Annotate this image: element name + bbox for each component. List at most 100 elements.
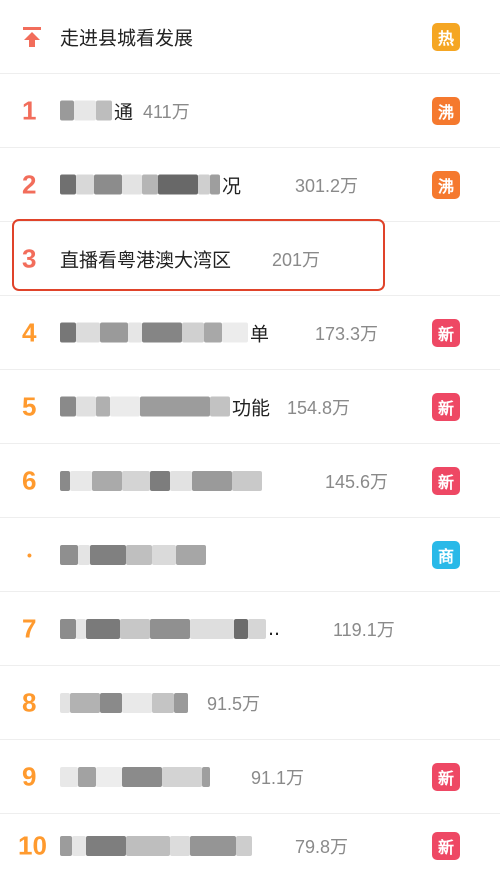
list-item[interactable]: 4 单 173.3万 新 bbox=[0, 296, 500, 370]
heat-count: 91.5万 bbox=[207, 693, 261, 714]
item-title-blurred bbox=[60, 766, 210, 787]
list-item[interactable]: 9 91.1万 新 bbox=[0, 740, 500, 814]
heat-count: 79.8万 bbox=[295, 836, 349, 857]
pinned-title: 走进县城看发展 bbox=[60, 27, 194, 49]
list-item[interactable]: 8 91.5万 bbox=[0, 666, 500, 740]
blurred-text bbox=[96, 766, 122, 787]
rank-number: 8 bbox=[22, 687, 37, 717]
blurred-text bbox=[96, 100, 112, 121]
new-badge: 新 bbox=[432, 466, 460, 495]
heat-count: 119.1万 bbox=[333, 619, 395, 640]
heat-count: 411万 bbox=[143, 101, 190, 122]
item-title-blurred: 单 bbox=[60, 319, 269, 346]
blurred-text bbox=[158, 174, 198, 195]
blurred-text bbox=[60, 396, 76, 417]
list-item[interactable]: 1 通 411万 沸 bbox=[0, 74, 500, 148]
blurred-text bbox=[90, 544, 126, 565]
pinned-item[interactable]: 走进县城看发展 热 bbox=[0, 0, 500, 74]
blurred-text bbox=[70, 470, 92, 491]
blurred-text bbox=[60, 835, 72, 856]
blurred-text bbox=[142, 322, 182, 343]
new-badge: 新 bbox=[432, 318, 460, 347]
list-item[interactable]: 10 79.8万 新 bbox=[0, 814, 500, 877]
ad-badge: 商 bbox=[432, 540, 460, 569]
list-item-ad[interactable]: • 商 bbox=[0, 518, 500, 592]
new-badge: 新 bbox=[432, 762, 460, 791]
new-badge: 新 bbox=[432, 392, 460, 421]
rank-number: 4 bbox=[22, 317, 37, 347]
blurred-text bbox=[76, 322, 100, 343]
rank-number: 10 bbox=[18, 830, 47, 860]
blurred-text bbox=[110, 396, 140, 417]
blurred-text bbox=[248, 618, 266, 639]
blurred-text bbox=[60, 470, 70, 491]
heat-count: 91.1万 bbox=[251, 767, 305, 788]
boiling-badge: 沸 bbox=[432, 96, 460, 125]
blurred-text bbox=[72, 835, 86, 856]
blurred-text bbox=[70, 692, 100, 713]
blurred-text bbox=[152, 692, 174, 713]
title-fragment: 功能 bbox=[232, 397, 271, 419]
blurred-text bbox=[60, 322, 76, 343]
hot-badge: 热 bbox=[432, 22, 460, 51]
blurred-text bbox=[92, 470, 122, 491]
blurred-text bbox=[126, 835, 170, 856]
item-title-blurred bbox=[60, 692, 188, 713]
blurred-text bbox=[150, 470, 170, 491]
blurred-text bbox=[176, 544, 206, 565]
heat-count: 173.3万 bbox=[315, 323, 379, 344]
blurred-text bbox=[122, 766, 162, 787]
title-fragment: 况 bbox=[222, 175, 242, 197]
blurred-text bbox=[190, 618, 234, 639]
item-title-blurred bbox=[60, 470, 262, 491]
blurred-text bbox=[60, 692, 70, 713]
blurred-text bbox=[162, 766, 202, 787]
blurred-text bbox=[86, 618, 120, 639]
list-item[interactable]: 7 .. 119.1万 bbox=[0, 592, 500, 666]
item-title-blurred: 况 bbox=[60, 171, 241, 198]
blurred-text bbox=[202, 766, 210, 787]
blurred-text bbox=[60, 766, 78, 787]
boiling-badge: 沸 bbox=[432, 170, 460, 199]
item-title-blurred: 功能 bbox=[60, 393, 270, 420]
blurred-text bbox=[236, 835, 252, 856]
heat-count: 145.6万 bbox=[325, 471, 389, 492]
title-fragment: 通 bbox=[114, 101, 134, 123]
item-title-blurred: .. bbox=[60, 618, 280, 640]
item-title-blurred bbox=[60, 544, 206, 565]
rank-number: 2 bbox=[22, 169, 37, 199]
blurred-text bbox=[210, 174, 220, 195]
blurred-text bbox=[122, 174, 142, 195]
blurred-text bbox=[78, 544, 90, 565]
blurred-text bbox=[210, 396, 230, 417]
blurred-text bbox=[60, 100, 74, 121]
rank-number: 9 bbox=[22, 761, 37, 791]
blurred-text bbox=[150, 618, 190, 639]
blurred-text bbox=[192, 470, 232, 491]
blurred-text bbox=[60, 618, 76, 639]
blurred-text bbox=[100, 322, 128, 343]
item-title-blurred bbox=[60, 835, 252, 856]
title-fragment: 单 bbox=[250, 323, 270, 345]
blurred-text bbox=[204, 322, 222, 343]
heat-count: 301.2万 bbox=[295, 175, 359, 196]
blurred-text bbox=[120, 618, 150, 639]
blurred-text bbox=[140, 396, 210, 417]
title-fragment: .. bbox=[268, 617, 281, 640]
rank-number: 7 bbox=[22, 613, 37, 643]
blurred-text bbox=[152, 544, 176, 565]
blurred-text bbox=[74, 100, 96, 121]
blurred-text bbox=[182, 322, 204, 343]
list-item[interactable]: 5 功能 154.8万 新 bbox=[0, 370, 500, 444]
highlight-frame bbox=[12, 219, 385, 291]
list-item[interactable]: 2 况 301.2万 沸 bbox=[0, 148, 500, 222]
dot-marker: • bbox=[27, 546, 32, 563]
item-title-blurred: 通 bbox=[60, 97, 133, 124]
blurred-text bbox=[122, 692, 152, 713]
list-item[interactable]: 6 145.6万 新 bbox=[0, 444, 500, 518]
rank-number: 5 bbox=[22, 391, 37, 421]
blurred-text bbox=[222, 322, 248, 343]
blurred-text bbox=[76, 396, 96, 417]
blurred-text bbox=[60, 174, 76, 195]
blurred-text bbox=[234, 618, 248, 639]
